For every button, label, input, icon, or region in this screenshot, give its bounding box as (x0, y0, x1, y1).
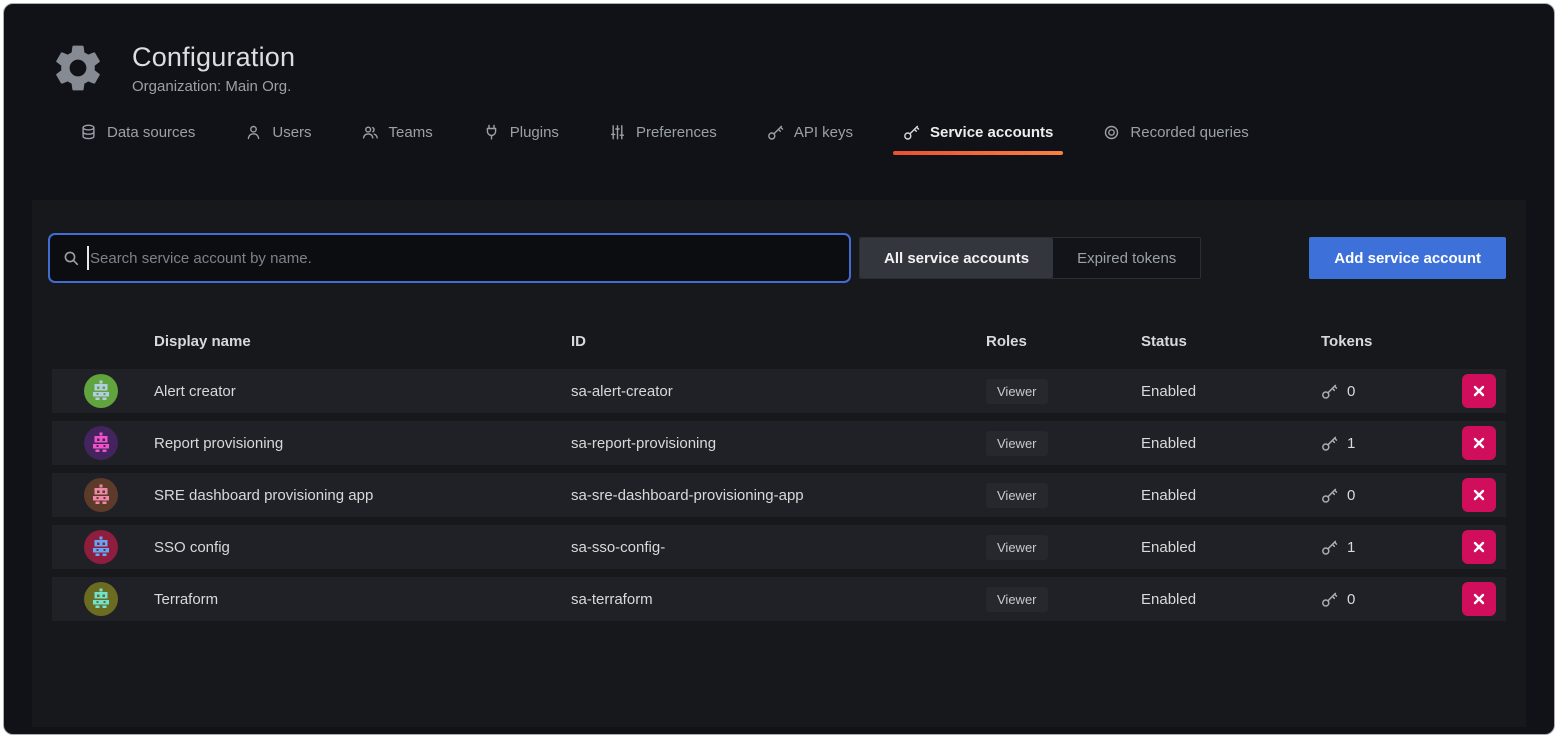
account-id: sa-sre-dashboard-provisioning-app (571, 487, 986, 504)
account-id: sa-alert-creator (571, 383, 986, 400)
search-box (52, 237, 847, 279)
tab-teams[interactable]: Teams (350, 110, 445, 155)
user-icon (245, 124, 262, 141)
key-icon (1321, 591, 1338, 608)
token-count: 1 (1347, 539, 1355, 556)
app-window: Configuration Organization: Main Org. Da… (3, 3, 1555, 735)
database-icon (80, 124, 97, 141)
display-name[interactable]: Terraform (154, 591, 571, 608)
page-header: Configuration Organization: Main Org. (4, 4, 1554, 96)
token-count: 0 (1347, 383, 1355, 400)
table-row[interactable]: Alert creator sa-alert-creator Viewer En… (52, 369, 1506, 413)
filter-option-all[interactable]: All service accounts (860, 238, 1053, 278)
filter-toggle: All service accounts Expired tokens (859, 237, 1201, 279)
plug-icon (483, 124, 500, 141)
display-name[interactable]: SRE dashboard provisioning app (154, 487, 571, 504)
delete-button[interactable] (1462, 530, 1496, 564)
close-icon (1473, 541, 1485, 553)
col-tokens: Tokens (1321, 333, 1462, 350)
close-icon (1473, 385, 1485, 397)
display-name[interactable]: Report provisioning (154, 435, 571, 452)
status-label: Enabled (1141, 383, 1321, 400)
token-count: 0 (1347, 591, 1355, 608)
add-service-account-button[interactable]: Add service account (1309, 237, 1506, 279)
avatar (84, 530, 118, 564)
close-icon (1473, 437, 1485, 449)
display-name[interactable]: SSO config (154, 539, 571, 556)
token-count: 0 (1347, 487, 1355, 504)
status-label: Enabled (1141, 435, 1321, 452)
service-accounts-panel: All service accounts Expired tokens Add … (32, 200, 1526, 727)
key-icon (1321, 383, 1338, 400)
search-icon (63, 250, 79, 266)
status-label: Enabled (1141, 591, 1321, 608)
search-input[interactable] (52, 237, 847, 279)
sliders-icon (609, 124, 626, 141)
role-badge[interactable]: Viewer (986, 587, 1048, 612)
key-icon (903, 124, 920, 141)
avatar (84, 582, 118, 616)
tab-users[interactable]: Users (233, 110, 323, 155)
gear-icon (50, 40, 106, 96)
avatar (84, 426, 118, 460)
account-id: sa-sso-config- (571, 539, 986, 556)
users-icon (362, 124, 379, 141)
table-row[interactable]: Report provisioning sa-report-provisioni… (52, 421, 1506, 465)
avatar (84, 478, 118, 512)
role-badge[interactable]: Viewer (986, 379, 1048, 404)
filter-option-expired[interactable]: Expired tokens (1053, 238, 1200, 278)
tab-preferences[interactable]: Preferences (597, 110, 729, 155)
col-status: Status (1141, 333, 1321, 350)
tab-service-accounts[interactable]: Service accounts (891, 110, 1065, 155)
role-badge[interactable]: Viewer (986, 483, 1048, 508)
delete-button[interactable] (1462, 374, 1496, 408)
status-label: Enabled (1141, 487, 1321, 504)
account-id: sa-terraform (571, 591, 986, 608)
table-row[interactable]: SRE dashboard provisioning app sa-sre-da… (52, 473, 1506, 517)
tab-plugins[interactable]: Plugins (471, 110, 571, 155)
tab-api-keys[interactable]: API keys (755, 110, 865, 155)
table-header: Display name ID Roles Status Tokens (52, 321, 1506, 361)
status-label: Enabled (1141, 539, 1321, 556)
page-title: Configuration (132, 42, 295, 73)
col-id: ID (571, 333, 986, 350)
avatar (84, 374, 118, 408)
toolbar: All service accounts Expired tokens Add … (52, 237, 1506, 279)
col-display-name: Display name (154, 333, 571, 350)
delete-button[interactable] (1462, 582, 1496, 616)
tab-data-sources[interactable]: Data sources (68, 110, 207, 155)
key-icon (1321, 539, 1338, 556)
display-name[interactable]: Alert creator (154, 383, 571, 400)
key-icon (767, 124, 784, 141)
close-icon (1473, 593, 1485, 605)
tab-recorded-queries[interactable]: Recorded queries (1091, 110, 1260, 155)
key-icon (1321, 435, 1338, 452)
tab-bar: Data sources Users Teams Plugins Prefere… (68, 110, 1554, 155)
record-icon (1103, 124, 1120, 141)
role-badge[interactable]: Viewer (986, 535, 1048, 560)
delete-button[interactable] (1462, 478, 1496, 512)
table-row[interactable]: Terraform sa-terraform Viewer Enabled 0 (52, 577, 1506, 621)
account-id: sa-report-provisioning (571, 435, 986, 452)
delete-button[interactable] (1462, 426, 1496, 460)
token-count: 1 (1347, 435, 1355, 452)
table-row[interactable]: SSO config sa-sso-config- Viewer Enabled… (52, 525, 1506, 569)
role-badge[interactable]: Viewer (986, 431, 1048, 456)
service-accounts-table: Display name ID Roles Status Tokens Aler… (52, 321, 1506, 621)
close-icon (1473, 489, 1485, 501)
col-roles: Roles (986, 333, 1141, 350)
page-subtitle: Organization: Main Org. (132, 78, 295, 95)
text-caret (87, 246, 89, 270)
key-icon (1321, 487, 1338, 504)
